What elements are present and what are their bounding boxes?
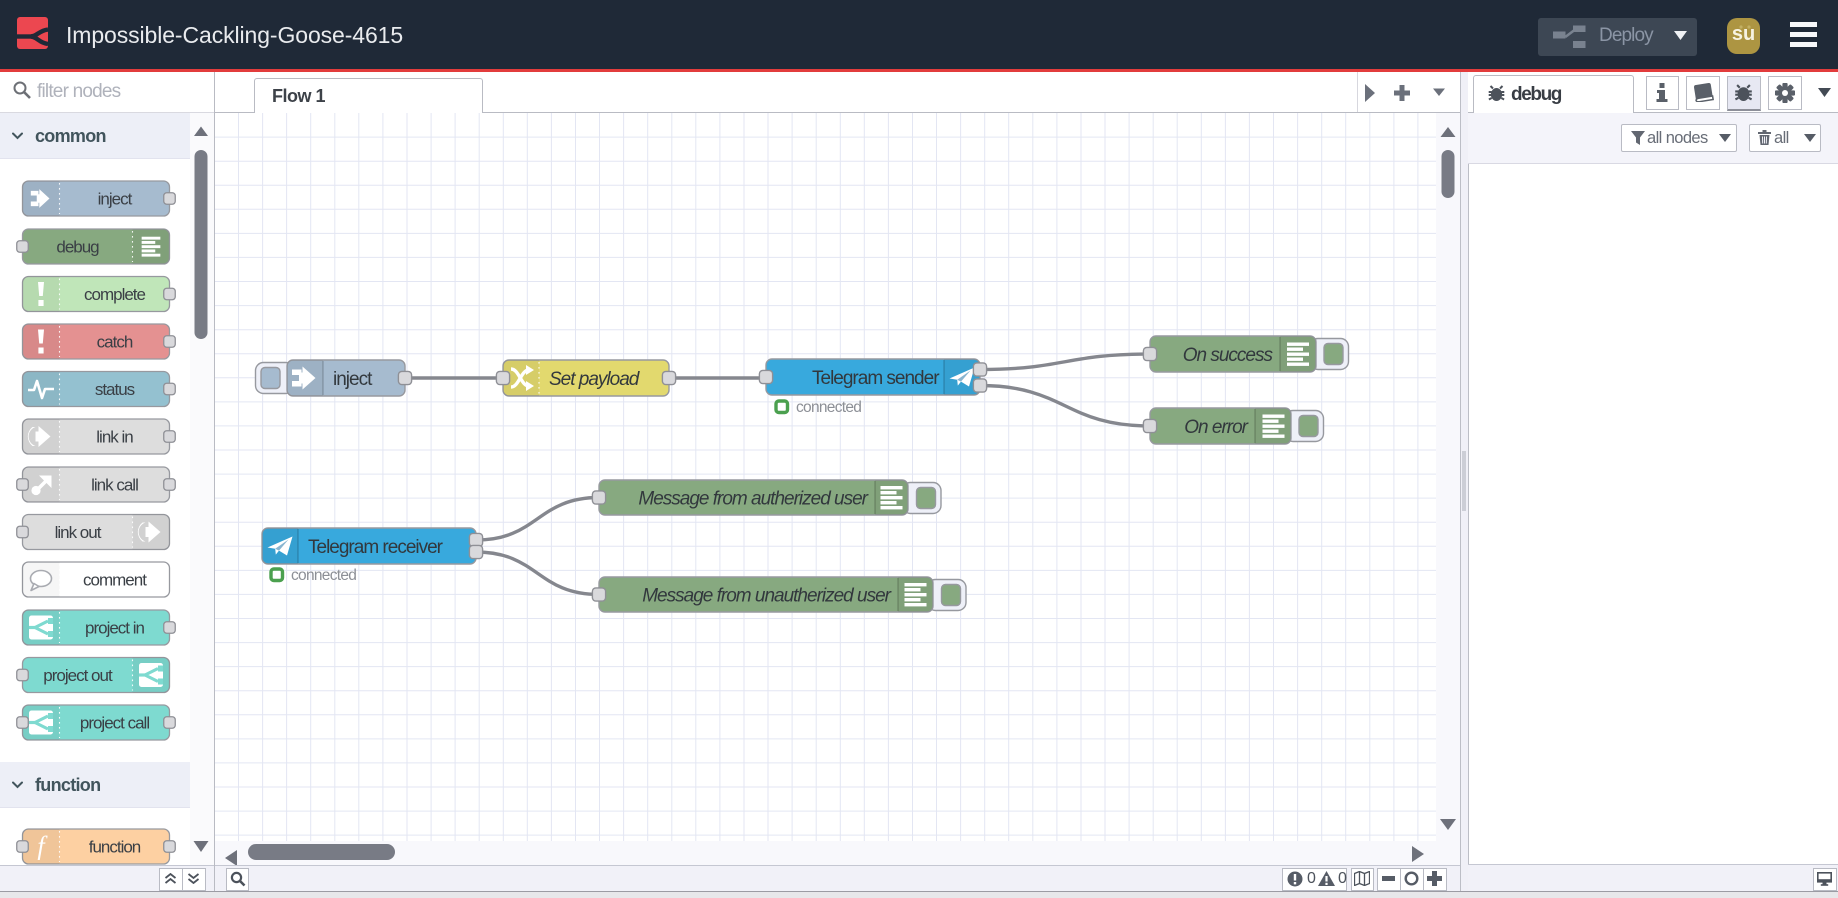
svg-text:Telegram sender: Telegram sender bbox=[812, 368, 940, 389]
svg-text:Message from autherized user: Message from autherized user bbox=[638, 489, 868, 510]
svg-text:project out: project out bbox=[43, 666, 113, 685]
svg-text:debug: debug bbox=[56, 238, 99, 257]
svg-text:inject: inject bbox=[98, 190, 133, 209]
svg-text:Telegram receiver: Telegram receiver bbox=[308, 537, 444, 558]
svg-text:inject: inject bbox=[333, 369, 373, 390]
svg-text:project call: project call bbox=[80, 714, 149, 733]
svg-text:On success: On success bbox=[1183, 345, 1274, 366]
svg-text:project in: project in bbox=[85, 619, 145, 638]
svg-text:connected: connected bbox=[796, 399, 861, 416]
svg-text:Set payload: Set payload bbox=[549, 369, 641, 390]
svg-text:link call: link call bbox=[91, 476, 138, 495]
svg-text:link in: link in bbox=[96, 428, 133, 447]
svg-text:comment: comment bbox=[83, 571, 147, 590]
svg-text:On error: On error bbox=[1184, 417, 1248, 438]
svg-text:function: function bbox=[89, 838, 141, 857]
svg-text:status: status bbox=[95, 380, 135, 399]
svg-text:Message from unautherized user: Message from unautherized user bbox=[642, 586, 891, 607]
svg-text:link out: link out bbox=[55, 523, 102, 542]
svg-text:complete: complete bbox=[84, 285, 146, 304]
svg-text:catch: catch bbox=[97, 333, 133, 352]
svg-text:connected: connected bbox=[291, 567, 356, 584]
